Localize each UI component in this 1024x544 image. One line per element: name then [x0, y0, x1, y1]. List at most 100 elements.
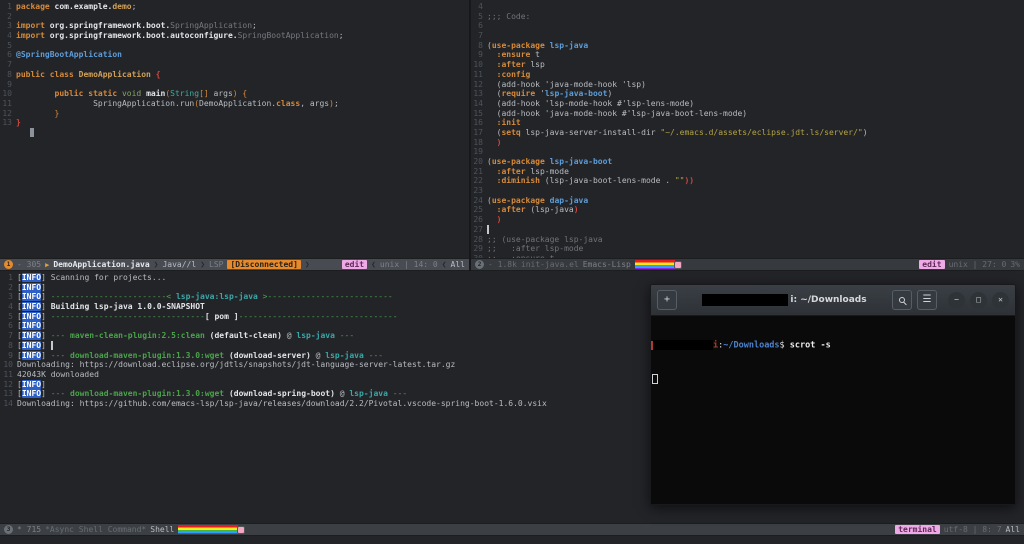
code-line[interactable]: 18 ) — [471, 138, 1024, 148]
scroll-indicator: 3% — [1010, 260, 1020, 269]
nyan-cat-icon — [673, 260, 682, 269]
code-line[interactable]: 7 — [471, 31, 1024, 41]
nyan-cat-progress — [634, 260, 682, 269]
code-line[interactable]: 9 — [0, 80, 469, 90]
search-icon — [899, 297, 905, 303]
close-icon: ✕ — [998, 295, 1003, 304]
terminal-titlebar[interactable]: + i: ~/Downloads ☰ − □ ✕ — [650, 284, 1016, 316]
code-line[interactable]: 7 — [0, 60, 469, 70]
code-line[interactable]: 19 — [471, 147, 1024, 157]
minimize-icon: − — [954, 295, 959, 304]
encoding-position: utf-8 | 8: 7 — [943, 525, 1002, 534]
code-line[interactable]: 5;;; Code: — [471, 12, 1024, 22]
search-button[interactable] — [892, 290, 912, 310]
buffer-name: init-java.el — [520, 260, 579, 269]
prompt-path: ~/Downloads — [723, 340, 780, 351]
prompt-line: i:~/Downloads$ scrot -s — [651, 340, 1015, 352]
java-buffer[interactable]: 1 package com.example.demo; 2 3 import org.s… — [0, 0, 469, 258]
terminal-window: + i: ~/Downloads ☰ − □ ✕ i:~/Downloads$ … — [650, 284, 1016, 505]
nyan-cat-progress — [178, 525, 246, 534]
code-line[interactable]: 27 — [471, 224, 1024, 235]
close-button[interactable]: ✕ — [992, 291, 1009, 309]
code-line[interactable]: 3 import org.springframework.boot.SpringA… — [0, 21, 469, 31]
eol-position: unix | 27: 0 — [948, 260, 1007, 269]
code-line[interactable]: 21 :after lsp-mode — [471, 167, 1024, 177]
maximize-icon: □ — [976, 295, 981, 304]
code-line[interactable]: 16 :init — [471, 118, 1024, 128]
powerline-separator-icon: ❮ — [371, 260, 376, 269]
code-line[interactable]: 4 — [471, 2, 1024, 12]
powerline-separator-icon: ❯ — [304, 260, 310, 269]
code-line[interactable]: 11 :config — [471, 70, 1024, 80]
major-mode: Emacs-Lisp — [582, 260, 631, 269]
code-line[interactable]: 13 (require 'lsp-java-boot) — [471, 89, 1024, 99]
code-line[interactable]: 13} — [0, 118, 469, 128]
new-tab-button[interactable]: + — [657, 290, 677, 310]
powerline-separator-icon: ❯ — [153, 260, 159, 269]
powerline-separator-icon: ❯ — [200, 260, 206, 269]
code-line[interactable]: 5 — [0, 41, 469, 51]
eol-position: unix | 14: 0 — [379, 260, 438, 269]
code-line[interactable]: 10 :after lsp — [471, 60, 1024, 70]
typed-command: scrot -s — [784, 340, 831, 351]
code-line[interactable]: 4 import org.springframework.boot.autocon… — [0, 31, 469, 41]
code-line[interactable]: 15 (add-hook 'java-mode-hook #'lsp-java-… — [471, 109, 1024, 119]
code-line[interactable]: 8 public class DemoApplication { — [0, 70, 469, 80]
code-line[interactable]: 9 :ensure t — [471, 50, 1024, 60]
buffer-name: *Async Shell Command* — [45, 525, 147, 534]
code-line[interactable]: 12 } — [0, 109, 469, 119]
code-line[interactable]: 29;; :after lsp-mode — [471, 244, 1024, 254]
window-divider — [469, 0, 471, 271]
code-line[interactable]: 28;; (use-package lsp-java — [471, 235, 1024, 245]
buffer-size: - 1.8k — [488, 260, 517, 269]
code-line[interactable]: 10 public static void main(String[] args… — [0, 89, 469, 99]
scroll-indicator: All — [450, 260, 465, 269]
code-line[interactable]: 26 ) — [471, 215, 1024, 225]
code-line[interactable] — [0, 127, 469, 138]
code-line[interactable]: 14 (add-hook 'lsp-mode-hook #'lsp-lens-m… — [471, 99, 1024, 109]
lsp-status-badge: [Disconnected] — [227, 260, 301, 269]
code-line[interactable]: 12 (add-hook 'java-mode-hook 'lsp) — [471, 80, 1024, 90]
java-modeline: 1 - 305 ▶ DemoApplication.java ❯ Java//l… — [0, 258, 469, 271]
buffer-size: - 305 — [17, 260, 42, 269]
redacted-username — [702, 294, 789, 306]
text-cursor — [487, 224, 489, 234]
minimize-button[interactable]: − — [948, 291, 965, 309]
edit-state-badge: edit — [341, 260, 368, 269]
code-line[interactable]: 22 :diminish (lsp-java-boot-lens-mode . … — [471, 176, 1024, 186]
window-number-badge: 2 — [475, 260, 484, 269]
code-line[interactable]: 24 (use-package dap-java — [471, 196, 1024, 206]
code-line[interactable]: 1 package com.example.demo; — [0, 2, 469, 12]
code-line[interactable]: 25 :after (lsp-java) — [471, 205, 1024, 215]
file-arrow-icon: ▶ — [45, 260, 50, 269]
new-tab-icon: + — [663, 294, 671, 305]
buffer-name: DemoApplication.java — [53, 260, 150, 269]
code-line[interactable]: 11 SpringApplication.run(DemoApplication… — [0, 99, 469, 109]
emacs-frame: 1 package com.example.demo; 2 3 import org.s… — [0, 0, 1024, 544]
nyan-cat-icon — [237, 525, 246, 534]
code-line[interactable]: 2 — [0, 12, 469, 22]
powerline-separator-icon: ❮ — [441, 260, 447, 269]
text-cursor — [50, 340, 53, 350]
major-mode: Java//l — [162, 260, 197, 269]
elisp-modeline: 2 - 1.8k init-java.el Emacs-Lisp edit un… — [471, 258, 1024, 271]
redacted-hostname — [653, 340, 713, 350]
terminal-cursor — [652, 373, 658, 384]
code-line[interactable]: 17 (setq lsp-java-server-install-dir "~/… — [471, 128, 1024, 138]
menu-button[interactable]: ☰ — [917, 290, 937, 310]
code-line[interactable]: 6 @SpringBootApplication — [0, 50, 469, 60]
code-line[interactable]: 8 (use-package lsp-java — [471, 41, 1024, 51]
code-line[interactable]: 1 [INFO] Scanning for projects... — [0, 273, 1024, 283]
terminal-content[interactable]: i:~/Downloads$ scrot -s — [650, 316, 1016, 505]
major-mode: Shell — [150, 525, 175, 534]
code-line[interactable]: 6 — [471, 21, 1024, 31]
code-line[interactable]: 23 — [471, 186, 1024, 196]
text-cursor — [30, 127, 35, 137]
window-number-badge: 1 — [4, 260, 13, 269]
maximize-button[interactable]: □ — [970, 291, 987, 309]
window-number-badge: 3 — [4, 525, 13, 534]
code-line[interactable]: 20 (use-package lsp-java-boot — [471, 157, 1024, 167]
lsp-label: LSP — [209, 260, 224, 269]
elisp-buffer[interactable]: 4 5;;; Code: 6 7 8 (use-package lsp-java 9 :en… — [471, 0, 1024, 258]
edit-state-badge: edit — [919, 260, 945, 269]
